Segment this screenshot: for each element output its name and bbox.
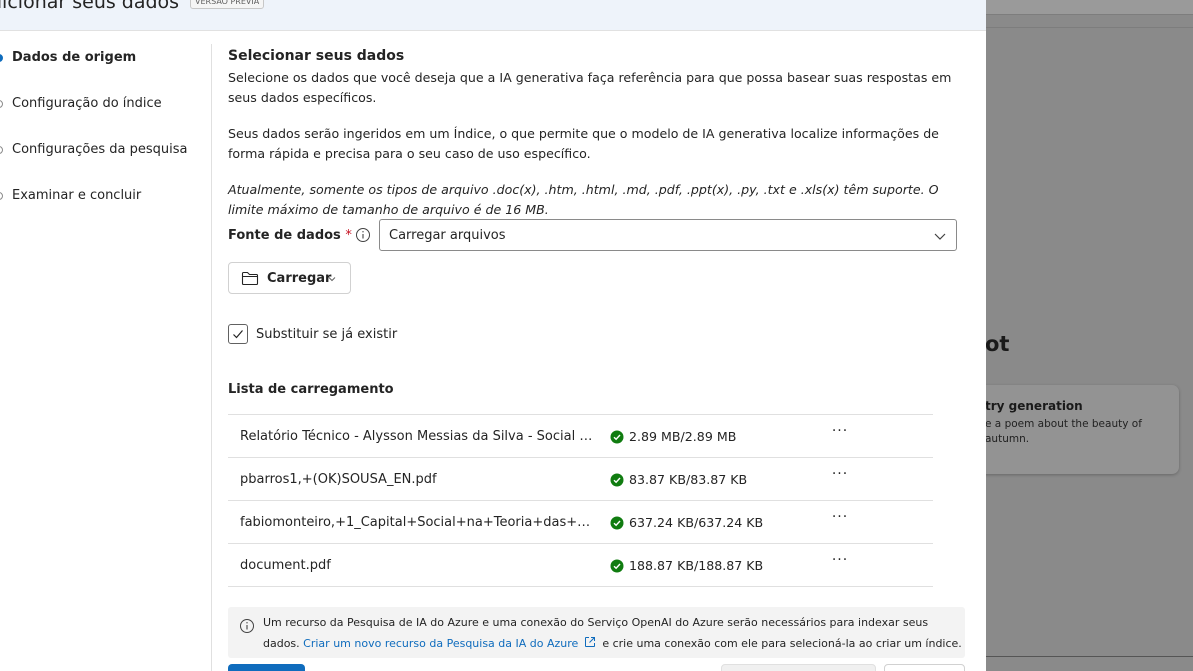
data-source-value: Carregar arquivos <box>389 228 506 243</box>
step-indicator <box>0 192 3 200</box>
data-source-label: Fonte de dados * <box>228 228 352 243</box>
background-app <box>986 0 1193 671</box>
folder-icon <box>241 271 259 286</box>
steps-divider <box>211 44 212 671</box>
check-circle-icon <box>610 559 624 573</box>
index-paragraph: Seus dados serão ingeridos em um Índice,… <box>228 126 939 161</box>
background-divider <box>986 27 1193 28</box>
data-source-select[interactable]: Carregar arquivos <box>379 219 957 251</box>
overwrite-checkbox-label: Substituir se já existir <box>256 327 398 342</box>
step-review-finish[interactable]: Examinar e concluir <box>12 188 141 203</box>
notice-prefix: dados. <box>263 637 300 650</box>
description-paragraph: Selecione os dados que você deseja que a… <box>228 70 952 105</box>
more-options-button[interactable]: ··· <box>828 553 852 575</box>
background-topbar <box>986 0 1193 15</box>
overwrite-checkbox[interactable] <box>228 324 248 344</box>
step-indicator <box>0 100 3 108</box>
create-search-resource-link[interactable]: Criar um novo recurso da Pesquisa da IA … <box>303 637 578 650</box>
add-data-dialog: dicionar seus dados VERSÃO PRÉVIA Dados … <box>0 0 986 671</box>
supported-types-paragraph: Atualmente, somente os tipos de arquivo … <box>228 182 939 217</box>
more-options-button[interactable]: ··· <box>828 467 852 489</box>
upload-list-title: Lista de carregamento <box>228 382 394 397</box>
file-size: 637.24 KB/637.24 KB <box>629 515 764 530</box>
background-card-title: try generation <box>985 399 1083 413</box>
more-options-button[interactable]: ··· <box>828 510 852 532</box>
step-source-data[interactable]: Dados de origem <box>12 50 136 65</box>
back-button[interactable] <box>721 664 876 671</box>
dialog-header: dicionar seus dados VERSÃO PRÉVIA <box>0 0 986 31</box>
check-circle-icon <box>610 430 624 444</box>
data-source-label-text: Fonte de dados <box>228 228 341 243</box>
next-button[interactable] <box>228 664 305 671</box>
info-icon <box>240 619 254 633</box>
file-size: 188.87 KB/188.87 KB <box>629 558 764 573</box>
section-title: Selecionar seus dados <box>228 48 405 64</box>
background-heading: ot <box>985 332 1010 356</box>
preview-badge: VERSÃO PRÉVIA <box>190 0 265 9</box>
check-circle-icon <box>610 473 624 487</box>
upload-button-label: Carregar <box>267 271 332 286</box>
upload-list: Relatório Técnico - Alysson Messias da S… <box>228 414 933 587</box>
info-icon[interactable] <box>355 227 371 243</box>
upload-button[interactable]: Carregar <box>228 262 351 294</box>
step-indicator <box>0 146 3 154</box>
background-card-description: e a poem about the beauty of autumn. <box>985 418 1142 445</box>
background-prompt-card: try generation e a poem about the beauty… <box>960 385 1179 474</box>
cancel-button[interactable] <box>884 664 965 671</box>
check-circle-icon <box>610 516 624 530</box>
info-notice: Um recurso da Pesquisa de IA do Azure e … <box>228 607 965 658</box>
chevron-down-icon <box>328 277 336 282</box>
more-options-button[interactable]: ··· <box>828 424 852 446</box>
table-row: pbarros1,+(OK)SOUSA_EN.pdf 83.87 KB/83.8… <box>228 458 933 501</box>
file-size: 83.87 KB/83.87 KB <box>629 472 748 487</box>
file-name: Relatório Técnico - Alysson Messias da S… <box>240 429 596 444</box>
step-search-config[interactable]: Configurações da pesquisa <box>12 142 187 157</box>
notice-suffix: e crie uma conexão com ele para selecion… <box>602 637 962 650</box>
notice-text-line2: dados. Criar um novo recurso da Pesquisa… <box>263 636 962 650</box>
dialog-title: dicionar seus dados <box>0 0 180 13</box>
file-size: 2.89 MB/2.89 MB <box>629 429 737 444</box>
file-name: fabiomonteiro,+1_Capital+Social+na+Teori… <box>240 515 596 530</box>
step-index-config[interactable]: Configuração do índice <box>12 96 162 111</box>
file-name: document.pdf <box>240 558 331 573</box>
notice-text: Um recurso da Pesquisa de IA do Azure e … <box>263 616 929 629</box>
table-row: Relatório Técnico - Alysson Messias da S… <box>228 415 933 458</box>
file-name: pbarros1,+(OK)SOUSA_EN.pdf <box>240 472 437 487</box>
step-indicator-active <box>0 54 3 62</box>
chevron-down-icon <box>934 233 946 240</box>
table-row: document.pdf 188.87 KB/188.87 KB ··· <box>228 544 933 587</box>
checkmark-icon <box>233 330 243 339</box>
table-row: fabiomonteiro,+1_Capital+Social+na+Teori… <box>228 501 933 544</box>
required-mark: * <box>345 228 352 243</box>
external-link-icon[interactable] <box>584 636 596 648</box>
background-bottom-divider <box>986 656 1193 657</box>
